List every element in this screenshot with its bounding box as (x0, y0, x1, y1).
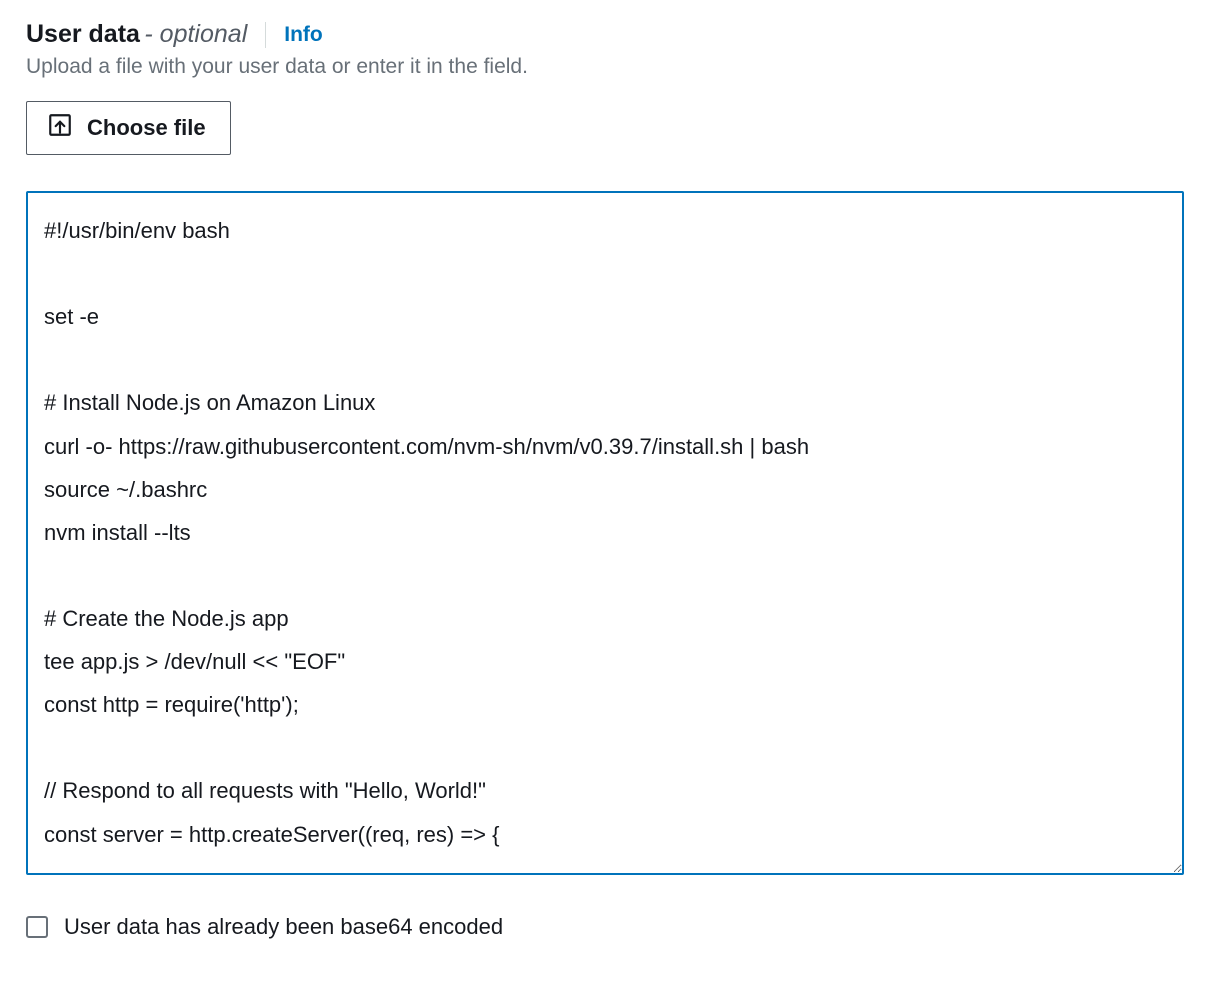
title-text: User data (26, 20, 140, 48)
base64-checkbox-label[interactable]: User data has already been base64 encode… (64, 914, 503, 940)
optional-suffix: - optional (144, 20, 247, 48)
upload-icon (47, 112, 73, 144)
user-data-header: User data - optional Info (26, 20, 1184, 49)
divider (265, 22, 266, 48)
section-subtitle: Upload a file with your user data or ent… (26, 55, 1184, 79)
base64-checkbox[interactable] (26, 916, 48, 938)
user-data-textarea[interactable] (26, 191, 1184, 875)
choose-file-button[interactable]: Choose file (26, 101, 231, 155)
section-title: User data - optional (26, 20, 247, 49)
info-link[interactable]: Info (284, 23, 322, 47)
choose-file-label: Choose file (87, 115, 206, 141)
